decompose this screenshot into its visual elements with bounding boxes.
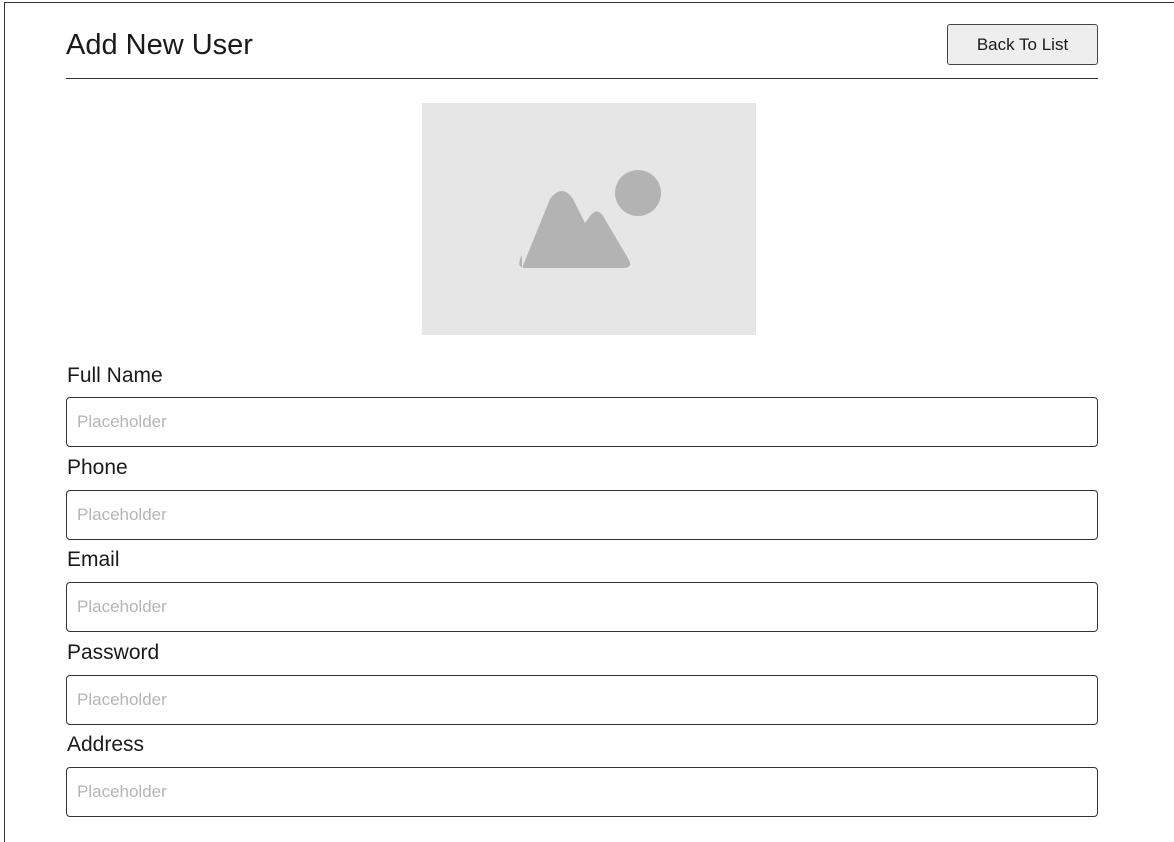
password-label: Password	[67, 641, 160, 664]
full-name-label: Full Name	[67, 364, 163, 387]
back-to-list-button[interactable]: Back To List	[947, 24, 1098, 65]
password-input[interactable]	[66, 675, 1098, 725]
page-header: Add New User Back To List	[66, 0, 1098, 79]
email-input[interactable]	[66, 582, 1098, 632]
image-placeholder-icon	[519, 170, 661, 268]
user-image-placeholder[interactable]	[422, 103, 756, 335]
full-name-input[interactable]	[66, 397, 1098, 447]
page-title: Add New User	[66, 29, 253, 61]
address-label: Address	[67, 733, 145, 756]
phone-input[interactable]	[66, 490, 1098, 540]
address-input[interactable]	[66, 767, 1098, 817]
email-label: Email	[67, 548, 120, 571]
phone-label: Phone	[67, 456, 128, 479]
